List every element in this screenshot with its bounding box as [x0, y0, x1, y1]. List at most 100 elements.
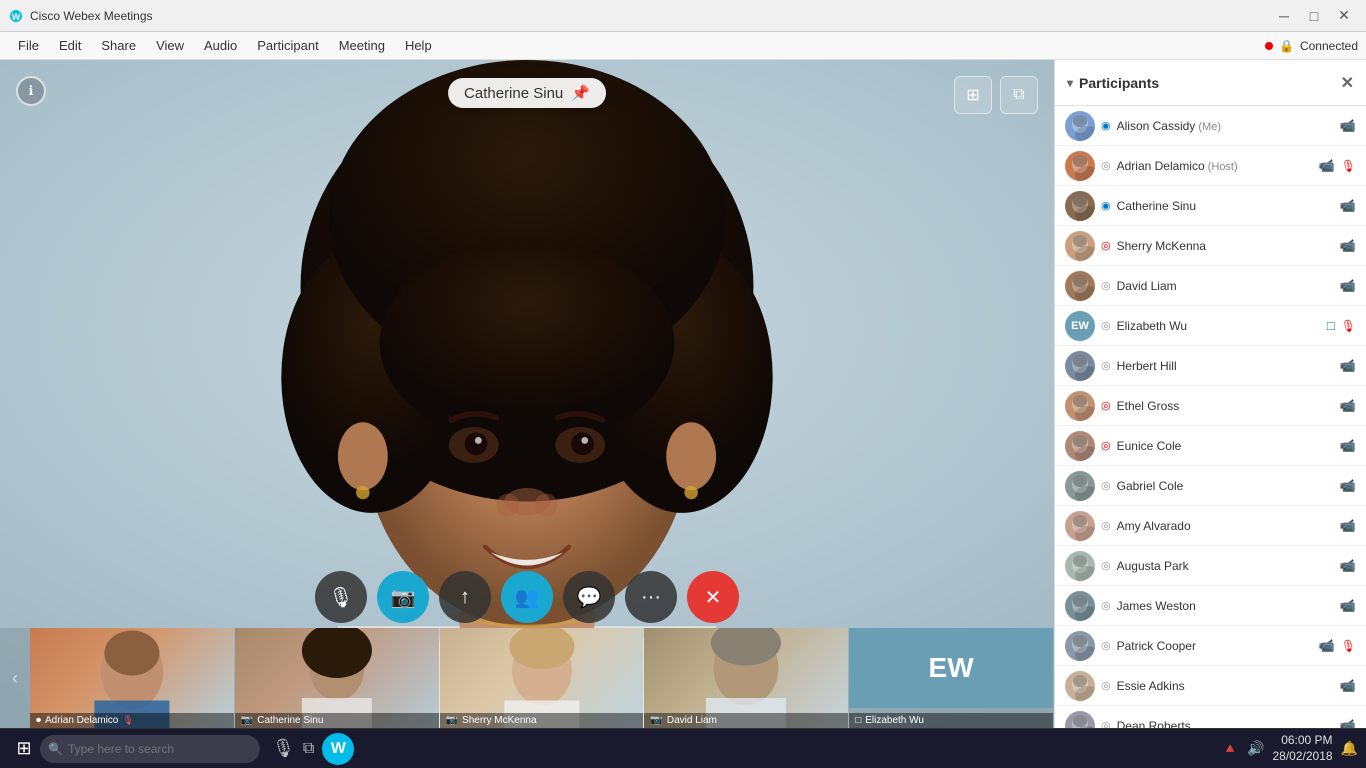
participant-row[interactable]: ◎Eunice Cole📹 [1055, 426, 1366, 466]
controls-bar: 🎙 📷 ↑ 👥 💬 ··· ✕ [315, 571, 739, 623]
thumbnail-catherine[interactable]: 📷 Catherine Sinu [235, 628, 440, 728]
participant-row[interactable]: ◎Patrick Cooper📹🎙 [1055, 626, 1366, 666]
mute-button[interactable]: 🎙 [315, 571, 367, 623]
participant-video-icon: 📹 [1340, 438, 1356, 454]
info-button[interactable]: ℹ [16, 76, 46, 106]
task-view-icon[interactable]: ⧉ [303, 740, 314, 758]
webex-taskbar-icon[interactable]: W [322, 733, 354, 765]
participant-video-icon: 📹 [1340, 598, 1356, 614]
notification-icon[interactable]: 🔔 [1341, 740, 1358, 757]
participant-row[interactable]: ◎Herbert Hill📹 [1055, 346, 1366, 386]
participant-row[interactable]: ◎Adrian Delamico (Host)📹🎙 [1055, 146, 1366, 186]
panel-title: Participants [1079, 75, 1159, 91]
panel-close-button[interactable]: ✕ [1341, 73, 1354, 93]
participant-row[interactable]: ◎Amy Alvarado📹 [1055, 506, 1366, 546]
participants-panel: ▾ Participants ✕ ◉Alison Cassidy (Me)📹 ◎… [1054, 60, 1366, 728]
thumb-rec-icon: ⏺ [36, 715, 41, 726]
end-call-button[interactable]: ✕ [687, 571, 739, 623]
cisco-logo: W [8, 8, 24, 24]
participant-video-icon: 📹 [1340, 358, 1356, 374]
pin-icon: 📌 [571, 84, 590, 102]
menu-file[interactable]: File [8, 32, 49, 59]
menu-view[interactable]: View [146, 32, 194, 59]
speaker-icon: 🔊 [1247, 740, 1264, 757]
participant-avatar [1065, 111, 1095, 141]
participant-name: Alison Cassidy (Me) [1117, 119, 1334, 133]
more-button[interactable]: ··· [625, 571, 677, 623]
participant-name: Herbert Hill [1117, 359, 1334, 373]
taskbar: ⊞ 🔍 🎙 ⧉ W 🔺 🔊 06:00 PM 28/02/2018 🔔 [0, 728, 1366, 768]
participant-mic-icon: ◎ [1101, 479, 1111, 492]
lock-icon: 🔒 [1279, 39, 1294, 53]
thumb-cam-icon-c: 📷 [241, 715, 253, 726]
participant-avatar [1065, 511, 1095, 541]
participant-row[interactable]: ◎Sherry McKenna📹 [1055, 226, 1366, 266]
participant-row[interactable]: EW◎Elizabeth Wu□🎙 [1055, 306, 1366, 346]
participant-row[interactable]: ◎Augusta Park📹 [1055, 546, 1366, 586]
thumb-prev-button[interactable]: ‹ [0, 628, 30, 728]
share-button[interactable]: ↑ [439, 571, 491, 623]
close-button[interactable]: ✕ [1330, 2, 1358, 30]
taskbar-right: 🔺 🔊 06:00 PM 28/02/2018 🔔 [1222, 733, 1358, 764]
participant-row[interactable]: ◎Ethel Gross📹 [1055, 386, 1366, 426]
menu-meeting[interactable]: Meeting [329, 32, 395, 59]
participant-mic-icon: ◉ [1101, 119, 1111, 132]
participant-name: Adrian Delamico (Host) [1117, 159, 1313, 173]
connected-label: Connected [1300, 39, 1358, 53]
participant-name: Ethel Gross [1117, 399, 1334, 413]
start-button[interactable]: ⊞ [8, 733, 40, 765]
network-icon: 🔺 [1222, 740, 1239, 757]
thumbnail-elizabeth[interactable]: EW □ Elizabeth Wu [849, 628, 1054, 728]
participants-button[interactable]: 👥 [501, 571, 553, 623]
search-input[interactable] [40, 735, 260, 763]
participant-video-icon: □ [1327, 318, 1335, 333]
participant-name: Patrick Cooper [1117, 639, 1313, 653]
maximize-button[interactable]: □ [1300, 2, 1328, 30]
participant-mic-icon: ◎ [1101, 319, 1111, 332]
menu-help[interactable]: Help [395, 32, 442, 59]
participant-name: Augusta Park [1117, 559, 1334, 573]
menu-participant[interactable]: Participant [247, 32, 328, 59]
participant-row[interactable]: ◎Essie Adkins📹 [1055, 666, 1366, 706]
app-title: Cisco Webex Meetings [30, 9, 1270, 23]
thumb-label-david: 📷 David Liam [644, 713, 848, 728]
participant-avatar [1065, 351, 1095, 381]
thumbnail-david[interactable]: 📷 David Liam [644, 628, 849, 728]
participant-avatar [1065, 231, 1095, 261]
participant-mic-icon: ◎ [1101, 279, 1111, 292]
menu-share[interactable]: Share [91, 32, 146, 59]
window-mode-button[interactable]: ⊞ [954, 76, 992, 114]
participant-avatar [1065, 471, 1095, 501]
participant-name: Gabriel Cole [1117, 479, 1334, 493]
svg-text:W: W [12, 12, 21, 22]
participant-row[interactable]: ◎James Weston📹 [1055, 586, 1366, 626]
participant-row[interactable]: ◉Catherine Sinu📹 [1055, 186, 1366, 226]
menu-edit[interactable]: Edit [49, 32, 91, 59]
mic-taskbar-icon[interactable]: 🎙 [272, 738, 295, 759]
participant-mic-icon: ◎ [1101, 639, 1111, 652]
thumb-label-adrian: ⏺ Adrian Delamico 🎙 [30, 713, 234, 728]
participant-name: Dean Roberts [1117, 719, 1334, 729]
speaker-name: Catherine Sinu [464, 85, 563, 102]
thumbnail-adrian[interactable]: ⏺ Adrian Delamico 🎙 [30, 628, 235, 728]
participant-avatar [1065, 711, 1095, 729]
system-tray: 🔺 🔊 [1222, 740, 1265, 757]
participant-row[interactable]: ◉Alison Cassidy (Me)📹 [1055, 106, 1366, 146]
participant-avatar [1065, 431, 1095, 461]
participant-avatar [1065, 591, 1095, 621]
menu-audio[interactable]: Audio [194, 32, 247, 59]
participant-mic-icon: ◎ [1101, 239, 1111, 252]
participant-mic-icon: ◎ [1101, 439, 1111, 452]
status-dot [1265, 42, 1273, 50]
participant-row[interactable]: ◎David Liam📹 [1055, 266, 1366, 306]
participant-name: Catherine Sinu [1117, 199, 1334, 213]
participant-row[interactable]: ◎Gabriel Cole📹 [1055, 466, 1366, 506]
minimize-button[interactable]: ─ [1270, 2, 1298, 30]
thumbnail-sherry[interactable]: 📷 Sherry McKenna [440, 628, 645, 728]
participant-row[interactable]: ◎Dean Roberts📹 [1055, 706, 1366, 728]
share-content-button[interactable]: ⧉ [1000, 76, 1038, 114]
video-button[interactable]: 📷 [377, 571, 429, 623]
chat-button[interactable]: 💬 [563, 571, 615, 623]
participant-name: Amy Alvarado [1117, 519, 1334, 533]
participant-unmute-icon: 🎙 [1341, 159, 1356, 173]
